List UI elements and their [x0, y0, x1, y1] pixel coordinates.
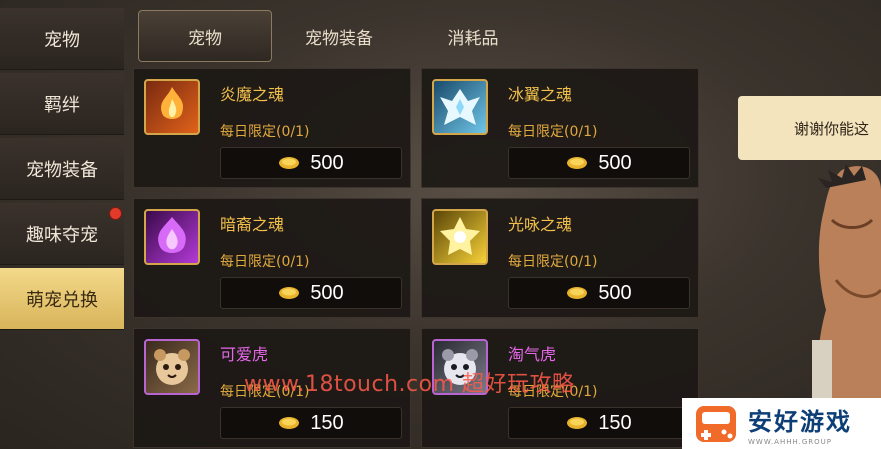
exchange-card[interactable]: 暗裔之魂 每日限定(0/1) 500: [133, 198, 411, 318]
exchange-price-button[interactable]: 500: [220, 277, 402, 309]
price-value: 150: [598, 411, 632, 434]
daily-limit: 每日限定(0/1): [220, 254, 310, 270]
daily-limit: 每日限定(0/1): [220, 124, 310, 140]
sidebar: 宠物 羁绊 宠物装备 趣味夺宠 萌宠兑换: [0, 0, 126, 449]
sidebar-item-bond[interactable]: 羁绊: [0, 73, 124, 135]
tab-pet[interactable]: 宠物: [138, 10, 272, 62]
watermark-text: www.18touch.com 超好玩攻略: [244, 372, 575, 397]
exchange-card[interactable]: 光咏之魂 每日限定(0/1) 500: [421, 198, 699, 318]
exchange-price-button[interactable]: 150: [508, 407, 690, 439]
exchange-price-button[interactable]: 500: [508, 147, 690, 179]
gamepad-logo-icon: [696, 405, 736, 442]
item-name: 光咏之魂: [508, 215, 573, 234]
sidebar-item-label: 宠物: [44, 29, 80, 51]
flame-demon-soul-icon: [144, 79, 200, 135]
price-value: 500: [310, 151, 344, 174]
cute-tiger-icon: [144, 339, 200, 395]
gold-coin-icon: [279, 417, 300, 429]
ice-wing-soul-icon: [432, 79, 488, 135]
price-value: 500: [598, 151, 632, 174]
exchange-price-button[interactable]: 500: [220, 147, 402, 179]
logo-sub: WWW.AHHH.GROUP: [748, 437, 833, 446]
price-value: 500: [310, 281, 344, 304]
gold-coin-icon: [567, 417, 588, 429]
item-name: 冰翼之魂: [508, 85, 573, 104]
exchange-card[interactable]: 冰翼之魂 每日限定(0/1) 500: [421, 68, 699, 188]
tab-pet-equipment[interactable]: 宠物装备: [284, 10, 394, 62]
gold-coin-icon: [567, 287, 588, 299]
site-logo: 安好游戏 WWW.AHHH.GROUP: [682, 398, 881, 449]
item-name: 可爱虎: [220, 345, 269, 364]
sidebar-item-fun-snatch[interactable]: 趣味夺宠: [0, 203, 124, 265]
logo-name: 安好游戏: [748, 407, 852, 436]
tab-label: 消耗品: [447, 28, 499, 49]
tab-label: 宠物: [188, 28, 222, 49]
sidebar-item-label: 宠物装备: [26, 159, 98, 181]
exchange-price-button[interactable]: 500: [508, 277, 690, 309]
sidebar-item-pet[interactable]: 宠物: [0, 8, 124, 70]
sidebar-item-label: 萌宠兑换: [26, 289, 98, 311]
sidebar-item-pet-exchange[interactable]: 萌宠兑换: [0, 268, 124, 330]
notification-dot: [109, 207, 122, 220]
gold-coin-icon: [279, 287, 300, 299]
gold-coin-icon: [567, 157, 588, 169]
price-value: 500: [598, 281, 632, 304]
price-value: 150: [310, 411, 344, 434]
exchange-card[interactable]: 炎魔之魂 每日限定(0/1) 500: [133, 68, 411, 188]
tab-label: 宠物装备: [305, 28, 373, 49]
daily-limit: 每日限定(0/1): [508, 124, 598, 140]
daily-limit: 每日限定(0/1): [508, 254, 598, 270]
npc-speech-bubble: 谢谢你能这: [738, 96, 881, 160]
sidebar-item-pet-equipment[interactable]: 宠物装备: [0, 138, 124, 200]
sidebar-item-label: 羁绊: [44, 94, 80, 116]
npc-speech-text: 谢谢你能这: [794, 119, 870, 138]
gold-coin-icon: [279, 157, 300, 169]
sidebar-item-label: 趣味夺宠: [26, 224, 98, 246]
exchange-price-button[interactable]: 150: [220, 407, 402, 439]
item-name: 炎魔之魂: [220, 85, 285, 104]
item-name: 淘气虎: [508, 345, 557, 364]
light-chant-soul-icon: [432, 209, 488, 265]
item-name: 暗裔之魂: [220, 215, 285, 234]
dark-descendant-soul-icon: [144, 209, 200, 265]
tab-consumables[interactable]: 消耗品: [428, 10, 518, 62]
